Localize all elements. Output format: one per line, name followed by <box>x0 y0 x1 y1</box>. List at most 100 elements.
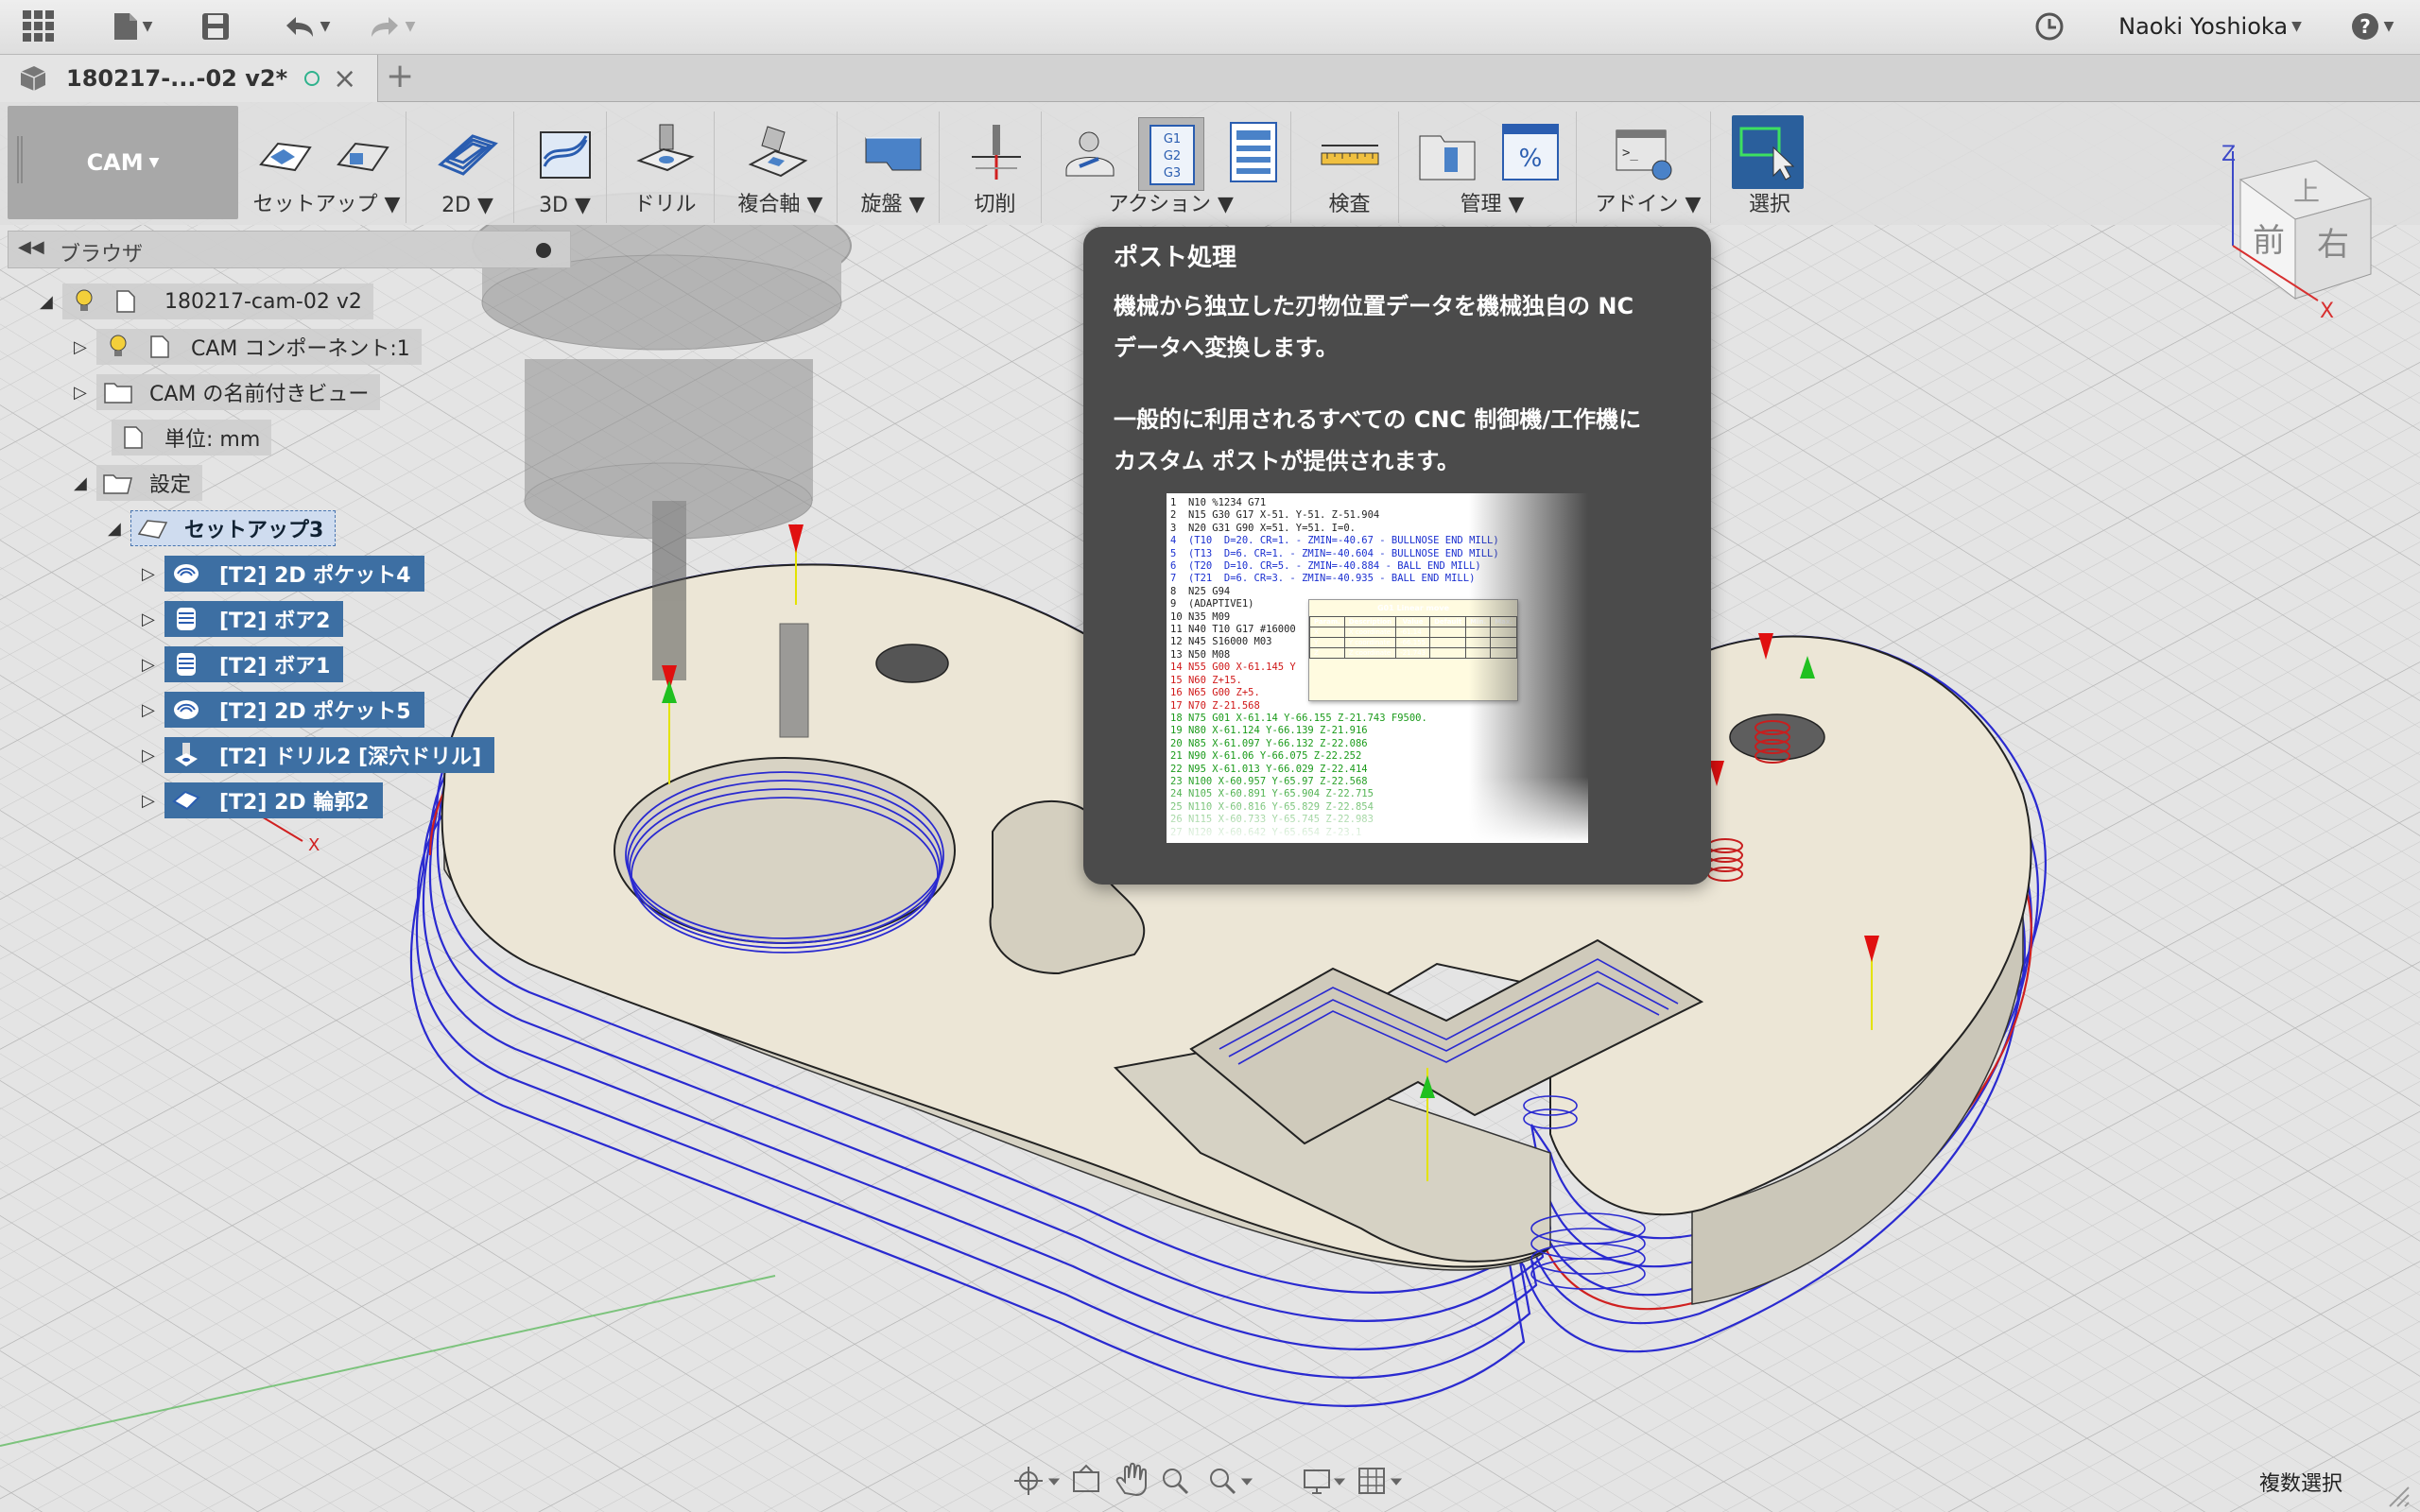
3d-group[interactable]: 3D ▼ <box>524 112 607 223</box>
collapse-arrow-icon[interactable]: ◢ <box>40 292 55 312</box>
sync-status-icon <box>304 71 320 86</box>
nc-code-line: 22 N95 X-61.013 Y-66.029 Z-22.414 <box>1170 763 1368 775</box>
operation-2d-pocket4[interactable]: ▷ [T2] 2D ポケット4 <box>142 556 424 592</box>
tree-item-cam-component[interactable]: ▷ CAM コンポーネント:1 <box>74 329 422 365</box>
file-menu-button[interactable]: ▼ <box>102 8 163 45</box>
actions-group[interactable]: G1 G2 G3 アクション ▼ <box>1051 112 1291 223</box>
svg-text:?: ? <box>2360 15 2371 38</box>
resize-grip-icon[interactable] <box>2382 1480 2411 1508</box>
help-button[interactable]: ? ▼ <box>2342 8 2401 45</box>
setup-group[interactable]: セットアップ ▼ <box>248 112 406 223</box>
addins-group[interactable]: >_ アドイン ▼ <box>1586 112 1711 223</box>
nc-code-line: 3 N20 G31 G90 X=51. Y=51. I=0. <box>1170 522 1356 534</box>
file-icon <box>113 13 137 40</box>
drill-group[interactable]: ドリル <box>616 112 715 223</box>
popup-cell: Y coordinate <box>1343 637 1397 648</box>
select-cursor-icon <box>1739 127 1795 180</box>
nc-code-icon: G1 G2 G3 <box>1150 125 1195 185</box>
zoom-icon[interactable] <box>1163 1469 1189 1495</box>
manage-group[interactable]: % 管理 ▼ <box>1409 112 1577 223</box>
workspace-switcher[interactable]: CAM ▼ <box>8 106 238 219</box>
inspect-group[interactable]: 検査 <box>1301 112 1399 223</box>
user-menu[interactable]: Naoki Yoshioka ▼ <box>2116 8 2305 45</box>
collapse-arrow-icon[interactable]: ◢ <box>74 473 89 493</box>
display-settings-icon[interactable] <box>1304 1469 1346 1494</box>
apps-grid-icon[interactable] <box>19 8 59 45</box>
cutting-group[interactable]: 切削 <box>949 112 1042 223</box>
tree-item-named-views[interactable]: ▷ CAM の名前付きビュー <box>74 374 381 410</box>
expand-arrow-icon[interactable]: ▷ <box>142 746 157 765</box>
component-icon <box>144 333 176 361</box>
2d-label: 2D <box>441 194 471 217</box>
axis-z-label: Z <box>2221 143 2236 166</box>
expand-arrow-icon[interactable]: ▷ <box>142 655 157 675</box>
select-button[interactable] <box>1732 115 1804 189</box>
operation-bore2[interactable]: ▷ [T2] ボア2 <box>142 601 344 637</box>
nc-code-line: 6 (T20 D=10. CR=5. - ZMIN=-40.884 - BALL… <box>1170 560 1481 573</box>
expand-arrow-icon[interactable]: ▷ <box>142 791 157 811</box>
setup-icon <box>259 142 312 172</box>
tree-item-settings[interactable]: ◢ 設定 <box>74 465 203 501</box>
popup-cell: -21.743 <box>1395 647 1431 659</box>
document-tab[interactable]: 180217-...-02 v2* × <box>0 55 378 102</box>
collapse-arrow-icon[interactable]: ◢ <box>108 519 123 539</box>
orbit-icon[interactable] <box>1014 1467 1061 1495</box>
operation-bore1[interactable]: ▷ [T2] ボア1 <box>142 646 344 682</box>
popup-cell: Y <box>1309 637 1345 648</box>
operation-2d-pocket5[interactable]: ▷ [T2] 2D ポケット5 <box>142 692 424 728</box>
tree-item-setup3[interactable]: ◢ セットアップ3 <box>108 510 337 546</box>
turning-group[interactable]: 旋盤 ▼ <box>847 112 940 223</box>
nc-code-line: 7 (T21 D=6. CR=3. - ZMIN=-40.935 - BALL … <box>1170 573 1476 585</box>
lightbulb-icon[interactable] <box>68 287 100 316</box>
svg-text:%: % <box>1519 145 1543 173</box>
expand-arrow-icon[interactable]: ▷ <box>142 700 157 720</box>
post-process-button[interactable]: G1 G2 G3 <box>1138 117 1204 191</box>
close-tab-icon[interactable]: × <box>333 62 356 95</box>
expand-arrow-icon[interactable]: ▷ <box>142 610 157 629</box>
2d-contour-icon <box>170 786 202 815</box>
tree-label: 単位: mm <box>164 428 261 452</box>
setup-folder-icon <box>102 469 134 497</box>
tree-root[interactable]: ◢ 180217-cam-02 v2 <box>40 284 373 319</box>
expand-arrow-icon[interactable]: ▷ <box>74 383 89 403</box>
look-at-icon[interactable] <box>1073 1464 1099 1492</box>
job-status-button[interactable] <box>2031 8 2068 45</box>
undo-button[interactable]: ▼ <box>272 8 340 45</box>
operation-drill2[interactable]: ▷ [T2] ドリル2 [深穴ドリル] <box>142 737 495 773</box>
expand-arrow-icon[interactable]: ▷ <box>142 564 157 584</box>
document-title: 180217-...-02 v2* <box>66 65 288 92</box>
redo-button[interactable]: ▼ <box>357 8 425 45</box>
lightbulb-icon[interactable] <box>102 333 134 361</box>
collapse-browser-icon[interactable]: ◀◀ <box>18 237 44 257</box>
tree-label: 180217-cam-02 v2 <box>164 289 362 314</box>
navigation-bar <box>1004 1457 1420 1504</box>
view-cube[interactable]: 上 前 右 Z X <box>2212 132 2382 323</box>
tree-item-units[interactable]: 単位: mm <box>96 420 272 455</box>
grid-settings-icon[interactable] <box>1358 1468 1403 1494</box>
multiaxis-label: 複合軸 <box>737 193 801 216</box>
nc-code-line: 21 N90 X-61.06 Y-66.075 Z-22.252 <box>1170 750 1362 763</box>
svg-text:G1: G1 <box>1164 132 1181 146</box>
popup-cell <box>1429 637 1467 648</box>
setup-icon <box>137 514 169 542</box>
component-icon <box>20 66 46 91</box>
2d-group[interactable]: 2D ▼ <box>422 112 514 223</box>
add-tab-button[interactable]: + <box>386 57 414 95</box>
multiaxis-group[interactable]: 複合軸 ▼ <box>724 112 838 223</box>
minimize-browser-icon[interactable] <box>536 243 551 258</box>
select-group[interactable]: 選択 <box>1720 112 1804 223</box>
popup-cell: X <box>1309 627 1345 638</box>
pan-hand-icon[interactable] <box>1115 1462 1147 1497</box>
popup-cell: Value <box>1395 616 1431 627</box>
save-button[interactable] <box>197 8 234 45</box>
zoom-window-icon[interactable] <box>1210 1469 1253 1495</box>
operation-2d-contour2[interactable]: ▷ [T2] 2D 輪郭2 <box>142 782 383 818</box>
templates-icon: % <box>1502 124 1559 180</box>
browser-panel-header[interactable]: ◀◀ ブラウザ <box>8 231 571 268</box>
post-process-tooltip: ポスト処理 機械から独立した刃物位置データを機械独自の NC データへ変換します… <box>1083 227 1711 885</box>
measure-icon <box>1321 145 1379 165</box>
svg-text:G3: G3 <box>1164 166 1181 180</box>
expand-arrow-icon[interactable]: ▷ <box>74 337 89 357</box>
popup-cell <box>1429 627 1467 638</box>
drill-label: ドリル <box>633 193 697 216</box>
